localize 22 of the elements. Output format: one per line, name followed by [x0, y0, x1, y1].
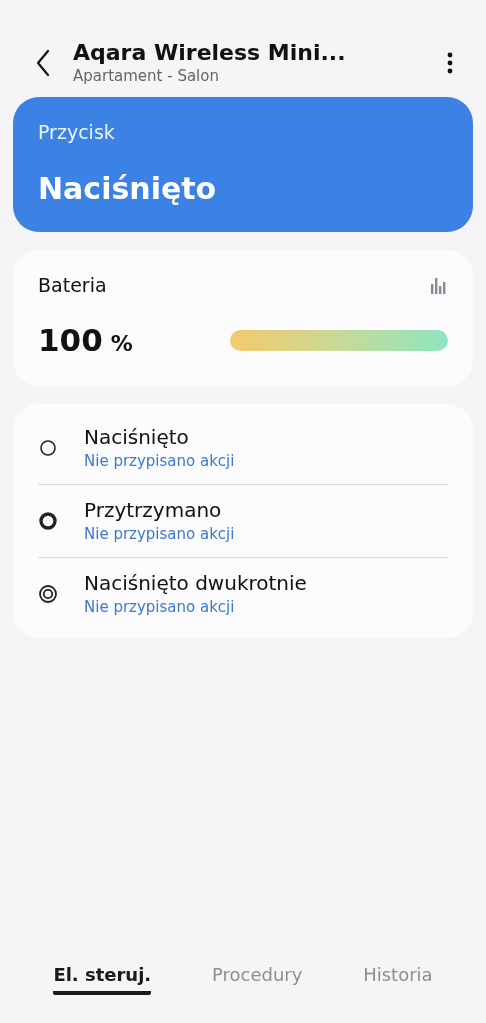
- double-ring-icon: [38, 583, 58, 604]
- back-icon[interactable]: [35, 48, 51, 77]
- battery-label: Bateria: [38, 274, 107, 296]
- ring-icon: [38, 437, 58, 458]
- action-trigger[interactable]: Naciśnięto dwukrotnie: [84, 571, 307, 595]
- action-trigger[interactable]: Naciśnięto: [84, 425, 235, 449]
- battery-unit: %: [110, 331, 133, 356]
- battery-value: 100: [38, 322, 103, 358]
- more-menu-icon[interactable]: [447, 51, 453, 74]
- action-link[interactable]: Nie przypisano akcji: [84, 452, 235, 470]
- action-link[interactable]: Nie przypisano akcji: [84, 598, 307, 616]
- tab[interactable]: Procedury: [211, 964, 303, 995]
- device-title: Aqara Wireless Mini...: [73, 40, 347, 65]
- tab[interactable]: Historia: [363, 964, 433, 995]
- status-label: Przycisk: [38, 121, 116, 143]
- tab[interactable]: El. steruj.: [53, 964, 152, 995]
- thick-ring-icon: [38, 510, 58, 531]
- action-link[interactable]: Nie przypisano akcji: [84, 525, 235, 543]
- action-trigger[interactable]: Przytrzymano: [84, 498, 235, 522]
- device-location: Apartament - Salon: [73, 67, 220, 85]
- status-value: Naciśnięto: [38, 171, 218, 206]
- chart-icon[interactable]: [430, 276, 448, 294]
